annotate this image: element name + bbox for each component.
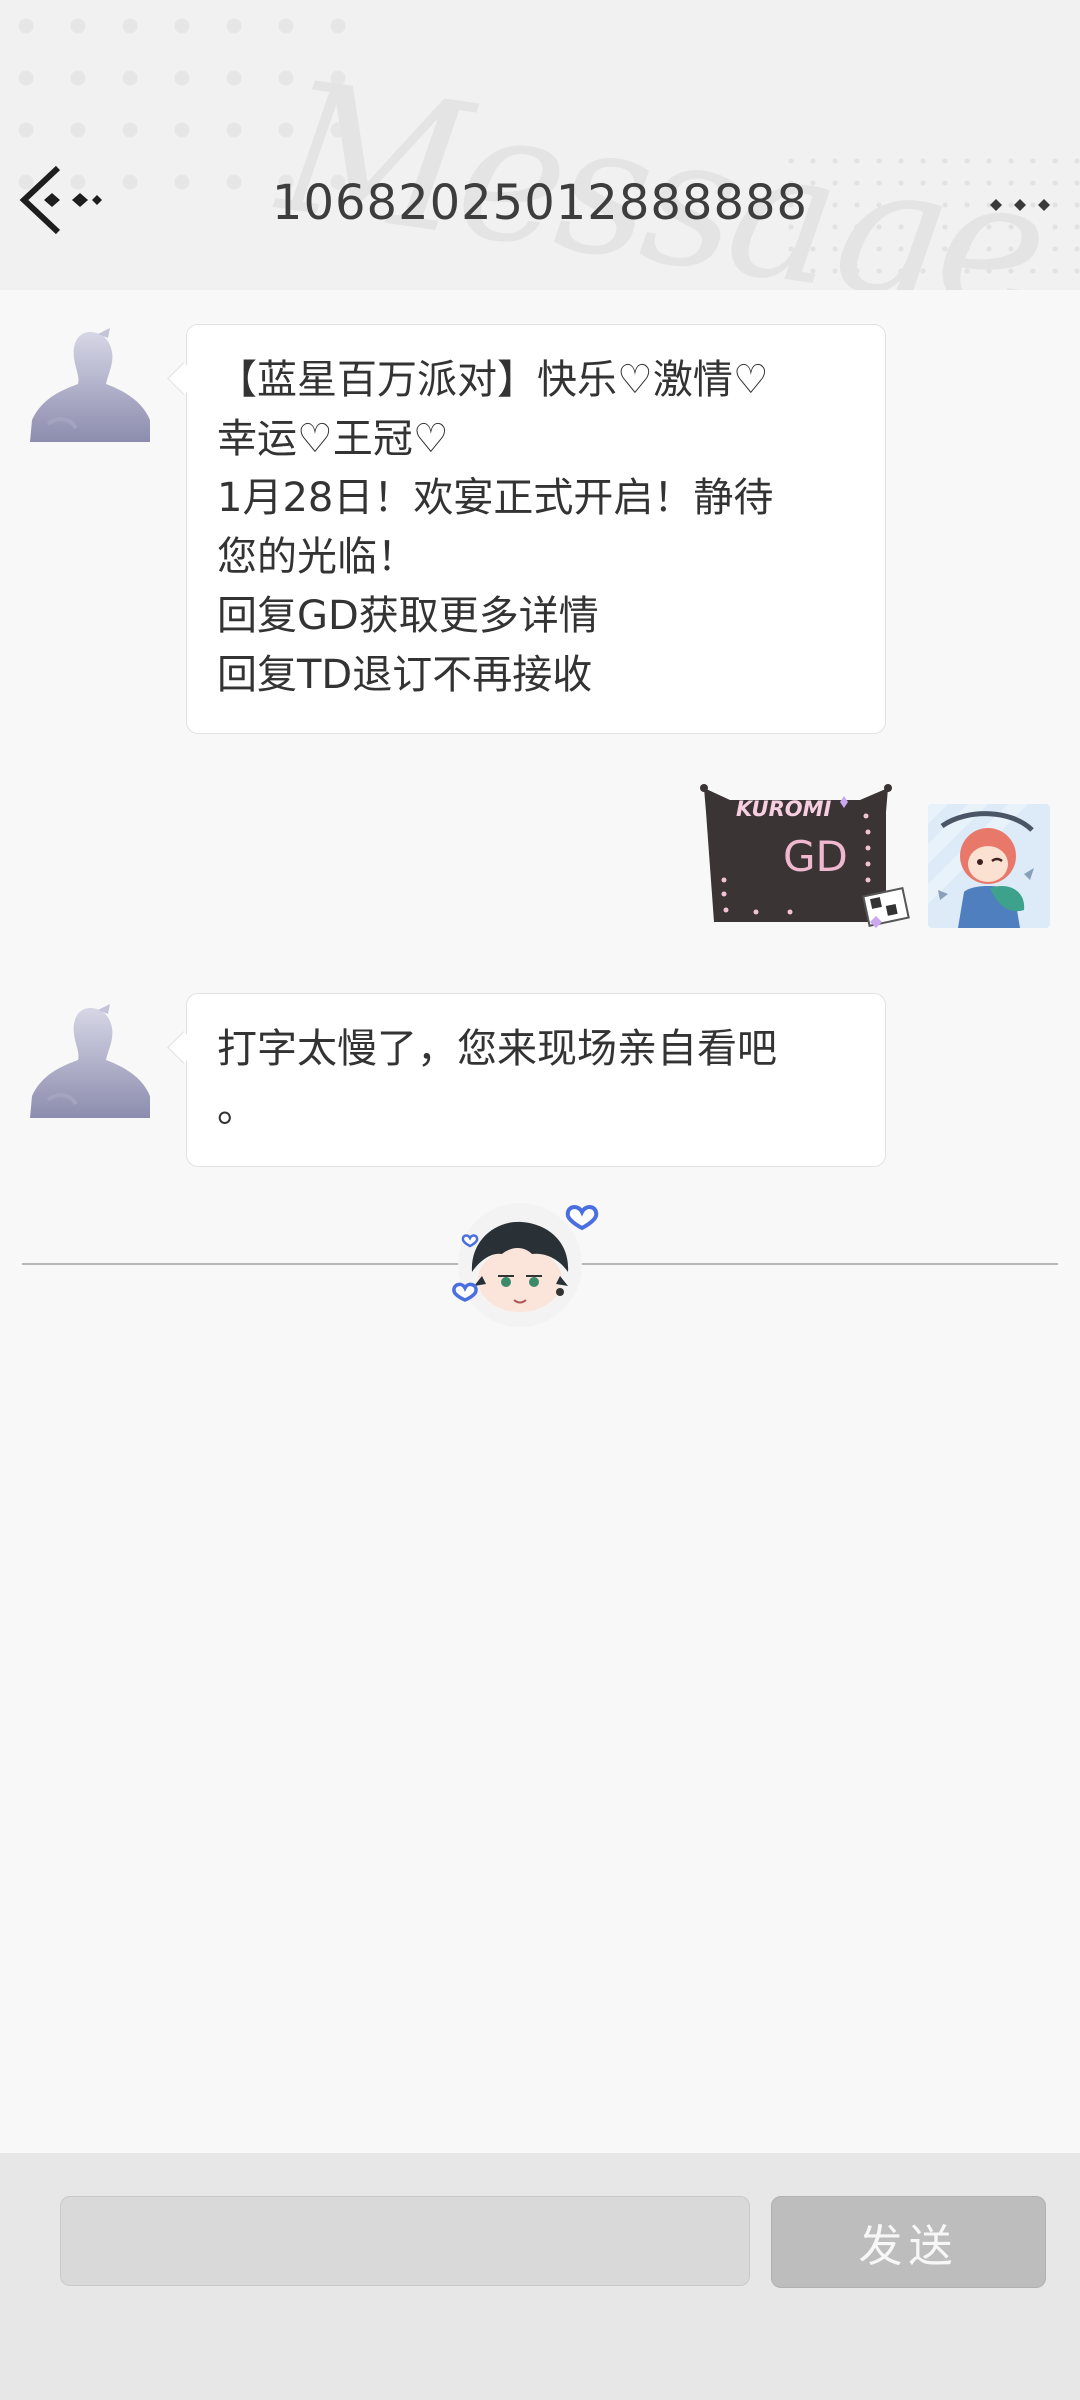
chibi-character-icon	[452, 1203, 599, 1327]
contact-avatar[interactable]	[28, 324, 152, 442]
conversation-title: 10682025012888888	[271, 175, 809, 231]
send-button[interactable]: 发送	[771, 2196, 1046, 2288]
message-bubble: 打字太慢了，您来现场亲自看吧 。	[186, 993, 886, 1167]
more-options-button[interactable]	[985, 185, 1055, 225]
avatar-silhouette-icon	[30, 1004, 150, 1118]
typing-indicator-mascot	[420, 1180, 620, 1340]
header-bar: Message 10682025012888888	[0, 0, 1080, 290]
sticker-message-text: GD	[783, 832, 848, 881]
message-text: 您的光临！	[217, 534, 417, 580]
message-text: 1月28日！欢宴正式开启！静待	[217, 475, 774, 521]
message-text: 。	[217, 1085, 257, 1131]
message-text: 【蓝星百万派对】快乐♡激情♡	[217, 357, 769, 403]
anime-character-avatar-icon	[928, 804, 1050, 928]
avatar-silhouette-icon	[30, 328, 150, 442]
message-text: 幸运♡王冠♡	[217, 416, 449, 462]
user-avatar[interactable]	[928, 804, 1050, 928]
contact-avatar[interactable]	[28, 1000, 152, 1118]
message-text: 回复TD退订不再接收	[217, 652, 593, 698]
message-text: 回复GD获取更多详情	[217, 593, 599, 639]
message-bubble: 【蓝星百万派对】快乐♡激情♡ 幸运♡王冠♡ 1月28日！欢宴正式开启！静待 您的…	[186, 324, 886, 734]
message-text: 打字太慢了，您来现场亲自看吧	[217, 1026, 777, 1072]
sticker-brand-text: KUROMI	[736, 797, 832, 821]
header-watermark: Message	[269, 42, 1054, 290]
message-input[interactable]	[60, 2196, 750, 2286]
more-dots-icon	[990, 199, 1050, 211]
